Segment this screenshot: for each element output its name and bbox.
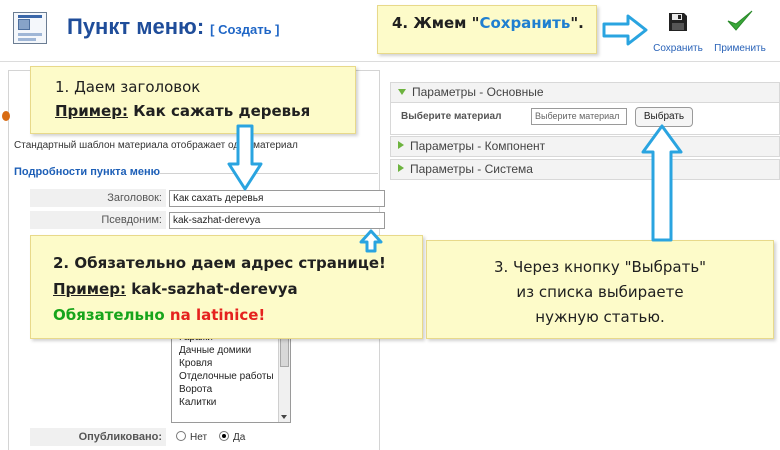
menu-select-list[interactable]: Гаражи Дачные домики Кровля Отделочные р… <box>171 326 291 423</box>
scroll-down-icon[interactable] <box>281 415 287 419</box>
alias-input[interactable]: kak-sazhat-derevya <box>169 212 385 229</box>
apply-button[interactable]: Применить <box>712 6 768 54</box>
arrow-up-icon <box>641 124 683 242</box>
callout-title-example: Пример: Как сажать деревья <box>55 99 355 123</box>
radio-checked-icon <box>219 431 229 441</box>
page-subtitle: [ Создать ] <box>210 22 280 37</box>
callout-title-example-label: Пример: <box>55 102 128 120</box>
callout-save-end: ". <box>570 14 584 32</box>
callout-choose-line3: нужную статью. <box>535 308 665 326</box>
alias-label: Псевдоним: <box>30 211 166 230</box>
callout-choose-line1: 3. Через кнопку "Выбрать" <box>493 258 707 276</box>
list-item[interactable]: Кровля <box>172 357 290 370</box>
callout-title: 1. Даем заголовок Пример: Как сажать дер… <box>30 66 356 134</box>
list-item[interactable]: Ворота <box>172 383 290 396</box>
save-button[interactable]: Сохранить <box>650 6 706 54</box>
callout-alias-example-label: Пример: <box>53 280 126 298</box>
page-title-text: Пункт меню: <box>67 14 205 39</box>
list-scrollbar[interactable] <box>278 327 290 422</box>
collapsed-triangle-icon <box>398 141 404 149</box>
title-input[interactable]: Как сахать деревья <box>169 190 385 207</box>
callout-title-line1: 1. Даем заголовок <box>55 78 201 96</box>
published-no-label: Нет <box>190 432 208 443</box>
list-item[interactable]: Калитки <box>172 396 290 409</box>
article-input[interactable]: Выберите материал <box>531 108 627 125</box>
orange-marker <box>2 111 10 121</box>
callout-save: 4. Жмем "Сохранить". <box>377 5 597 54</box>
callout-save-step: 4. Жмем " <box>392 14 480 32</box>
arrow-up-icon <box>359 229 383 253</box>
list-item[interactable]: Дачные домики <box>172 344 290 357</box>
callout-alias-example: Пример: kak-sazhat-derevya <box>53 276 422 302</box>
expanded-triangle-icon <box>398 89 406 95</box>
published-no-radio[interactable]: Нет <box>176 431 207 443</box>
callout-choose: 3. Через кнопку "Выбрать" из списка выби… <box>426 240 774 339</box>
callout-choose-line2: из списка выбираете <box>516 283 684 301</box>
callout-alias-line1: 2. Обязательно даем адрес странице! <box>53 254 386 272</box>
list-item[interactable]: Отделочные работы <box>172 370 290 383</box>
panel-basic-params[interactable]: Параметры - Основные <box>390 82 780 103</box>
save-button-label: Сохранить <box>653 43 703 54</box>
panel-basic-body: Выберите материал Выберите материал Выбр… <box>390 103 780 135</box>
details-legend: Подробности пункта меню <box>14 166 161 178</box>
panel-system-params[interactable]: Параметры - Система <box>390 159 780 180</box>
panel-basic-title: Параметры - Основные <box>412 85 544 99</box>
page-title: Пункт меню: [ Создать ] <box>67 14 280 40</box>
apply-button-label: Применить <box>714 43 766 54</box>
panel-component-params[interactable]: Параметры - Компонент <box>390 136 780 157</box>
checkmark-icon <box>727 10 753 31</box>
callout-alias-latin-text: na latinice! <box>164 306 266 324</box>
callout-save-highlight: Сохранить <box>479 14 571 32</box>
arrow-right-icon <box>602 14 648 46</box>
page: Пункт меню: [ Создать ] Сохранить Примени… <box>0 0 780 450</box>
radio-icon <box>176 431 186 441</box>
published-yes-radio[interactable]: Да <box>219 431 245 443</box>
collapsed-triangle-icon <box>398 164 404 172</box>
published-yes-label: Да <box>233 432 246 443</box>
floppy-disk-icon <box>669 13 687 31</box>
arrow-down-icon <box>227 124 263 191</box>
choose-article-label: Выберите материал <box>401 111 502 122</box>
published-label: Опубликовано: <box>30 428 166 447</box>
callout-alias-must: Обязательно <box>53 306 165 324</box>
callout-alias-latin: Обязательно na latinice! <box>53 302 422 328</box>
panel-component-title: Параметры - Компонент <box>410 139 546 153</box>
menu-item-icon <box>13 12 47 44</box>
title-label: Заголовок: <box>30 189 166 208</box>
callout-alias-example-text: kak-sazhat-derevya <box>125 280 298 298</box>
callout-title-example-text: Как сажать деревья <box>127 102 311 120</box>
panel-system-title: Параметры - Система <box>410 162 533 176</box>
